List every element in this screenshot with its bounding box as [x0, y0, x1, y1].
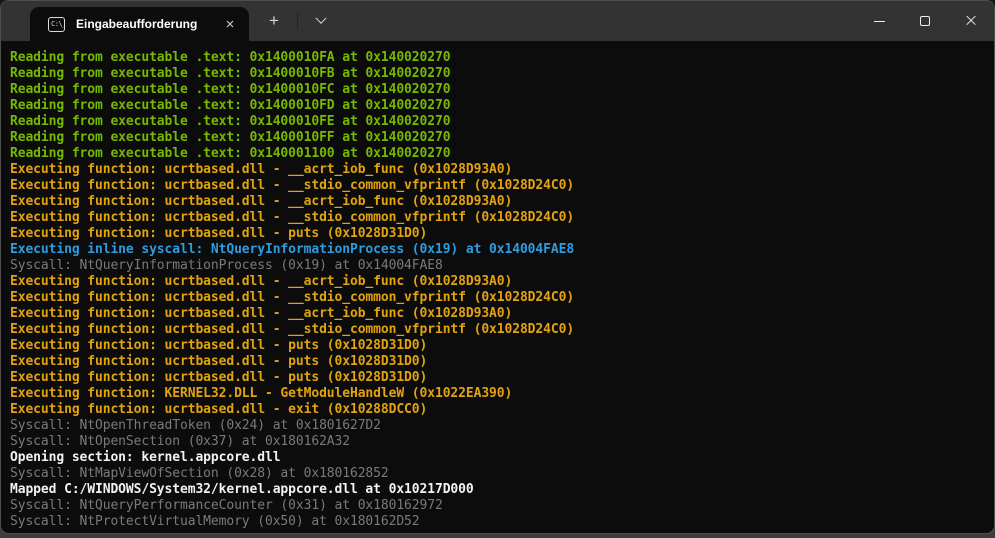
close-icon: ×: [963, 12, 978, 30]
terminal-line: Syscall: NtOpenSection (0x37) at 0x18016…: [10, 434, 994, 450]
minimize-icon: [874, 21, 885, 22]
terminal-line: Mapped C:/WINDOWS/System32/kernel.appcor…: [10, 482, 994, 498]
terminal-line: Executing function: ucrtbased.dll - puts…: [10, 370, 994, 386]
close-button[interactable]: ×: [948, 1, 994, 41]
maximize-button[interactable]: [902, 1, 948, 41]
title-bar: C:\_ Eingabeaufforderung × + ×: [1, 1, 994, 41]
terminal-line: Reading from executable .text: 0x1400010…: [10, 130, 994, 146]
terminal-line: Reading from executable .text: 0x1400010…: [10, 114, 994, 130]
terminal-line: Reading from executable .text: 0x1400010…: [10, 82, 994, 98]
new-tab-button[interactable]: +: [256, 4, 292, 38]
tab-eingabeaufforderung[interactable]: C:\_ Eingabeaufforderung ×: [30, 7, 249, 41]
terminal-line: Executing function: ucrtbased.dll - __st…: [10, 210, 994, 226]
terminal-line: Reading from executable .text: 0x1400011…: [10, 146, 994, 162]
terminal-line: Syscall: NtQueryInformationProcess (0x19…: [10, 258, 994, 274]
terminal-line: Opening section: kernel.appcore.dll: [10, 450, 994, 466]
terminal-line: Reading from executable .text: 0x1400010…: [10, 50, 994, 66]
terminal-line: Executing function: ucrtbased.dll - __ac…: [10, 306, 994, 322]
terminal-line: Executing function: ucrtbased.dll - puts…: [10, 338, 994, 354]
tab-title: Eingabeaufforderung: [76, 17, 217, 31]
terminal-line: Syscall: NtProtectVirtualMemory (0x50) a…: [10, 514, 994, 530]
titlebar-divider: [297, 12, 298, 30]
cmd-prompt-icon: C:\_: [48, 17, 65, 32]
terminal-line: Executing function: ucrtbased.dll - __st…: [10, 322, 994, 338]
maximize-icon: [920, 16, 930, 26]
terminal-line: Executing function: ucrtbased.dll - puts…: [10, 354, 994, 370]
terminal-line: Reading from executable .text: 0x1400010…: [10, 66, 994, 82]
terminal-output[interactable]: Reading from executable .text: 0x1400010…: [1, 41, 994, 534]
terminal-line: Executing function: ucrtbased.dll - __ac…: [10, 162, 994, 178]
terminal-line: Syscall: NtOpenThreadToken (0x24) at 0x1…: [10, 418, 994, 434]
terminal-line: Executing function: ucrtbased.dll - __st…: [10, 290, 994, 306]
chevron-down-icon: [315, 13, 326, 24]
titlebar-drag-area[interactable]: [339, 1, 856, 41]
terminal-line: Reading from executable .text: 0x1400010…: [10, 98, 994, 114]
minimize-button[interactable]: [856, 1, 902, 41]
terminal-line: Executing function: ucrtbased.dll - puts…: [10, 226, 994, 242]
terminal-line: Executing function: ucrtbased.dll - __ac…: [10, 274, 994, 290]
tab-dropdown-button[interactable]: [303, 4, 339, 38]
terminal-line: Executing function: KERNEL32.DLL - GetMo…: [10, 386, 994, 402]
terminal-line: Executing function: ucrtbased.dll - exit…: [10, 402, 994, 418]
terminal-line: Executing inline syscall: NtQueryInforma…: [10, 242, 994, 258]
terminal-line: Syscall: NtQueryPerformanceCounter (0x31…: [10, 498, 994, 514]
terminal-window: C:\_ Eingabeaufforderung × + × Reading f…: [0, 0, 995, 534]
terminal-line: Executing function: ucrtbased.dll - __st…: [10, 178, 994, 194]
terminal-line: Executing function: ucrtbased.dll - __ac…: [10, 194, 994, 210]
tab-close-icon[interactable]: ×: [217, 12, 243, 36]
terminal-line: Syscall: NtMapViewOfSection (0x28) at 0x…: [10, 466, 994, 482]
